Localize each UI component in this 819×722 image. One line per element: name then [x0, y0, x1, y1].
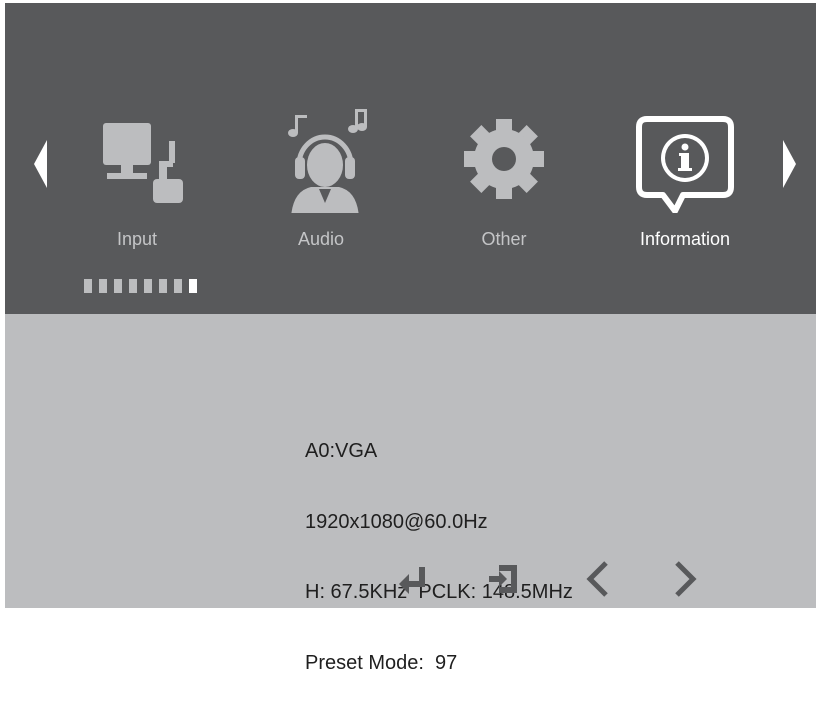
- info-bubble-icon: [636, 116, 734, 213]
- menu-item-information-label: Information: [639, 229, 731, 249]
- enter-icon[interactable]: [395, 559, 435, 599]
- chevron-right-icon[interactable]: [665, 559, 705, 599]
- headphones-person-icon: [288, 109, 367, 213]
- input-source-text: A0:VGA: [305, 440, 378, 462]
- page-indicator-dot-active: [189, 279, 197, 293]
- scroll-left-arrow-icon[interactable]: [34, 140, 47, 188]
- page-indicator-dot: [144, 279, 152, 293]
- page-indicator-dot: [159, 279, 167, 293]
- page-indicator: [84, 279, 197, 294]
- menu-top-panel: Input Audio Other Information: [5, 3, 816, 314]
- scroll-right-arrow-icon[interactable]: [783, 140, 796, 188]
- menu-item-other[interactable]: Other: [429, 103, 579, 253]
- timing-text: H: 67.5KHz PCLK: 148.5MHz: [305, 581, 573, 603]
- menu-item-audio-label: Audio: [297, 229, 345, 249]
- page-indicator-dot: [129, 279, 137, 293]
- page-indicator-dot: [114, 279, 122, 293]
- chevron-left-icon[interactable]: [578, 559, 618, 599]
- menu-item-input[interactable]: Input: [62, 103, 212, 253]
- exit-icon[interactable]: [483, 559, 523, 599]
- page-indicator-dot: [174, 279, 182, 293]
- signal-info: A0:VGA 1920x1080@60.0Hz H: 67.5KHz PCLK:…: [305, 393, 573, 722]
- menu-item-input-label: Input: [116, 229, 158, 249]
- menu-item-audio[interactable]: Audio: [246, 103, 396, 253]
- menu-item-information[interactable]: Information: [610, 103, 760, 253]
- monitor-input-icon: [103, 123, 183, 203]
- menu-item-other-label: Other: [481, 229, 527, 249]
- preset-mode-text: Preset Mode: 97: [305, 651, 458, 674]
- information-panel: A0:VGA 1920x1080@60.0Hz H: 67.5KHz PCLK:…: [5, 314, 816, 674]
- page-indicator-dot: [99, 279, 107, 293]
- gear-icon: [464, 119, 544, 199]
- osd-menu: Input Audio Other Information A0:VGA 192…: [5, 3, 816, 674]
- resolution-text: 1920x1080@60.0Hz: [305, 510, 488, 533]
- page-indicator-dot: [84, 279, 92, 293]
